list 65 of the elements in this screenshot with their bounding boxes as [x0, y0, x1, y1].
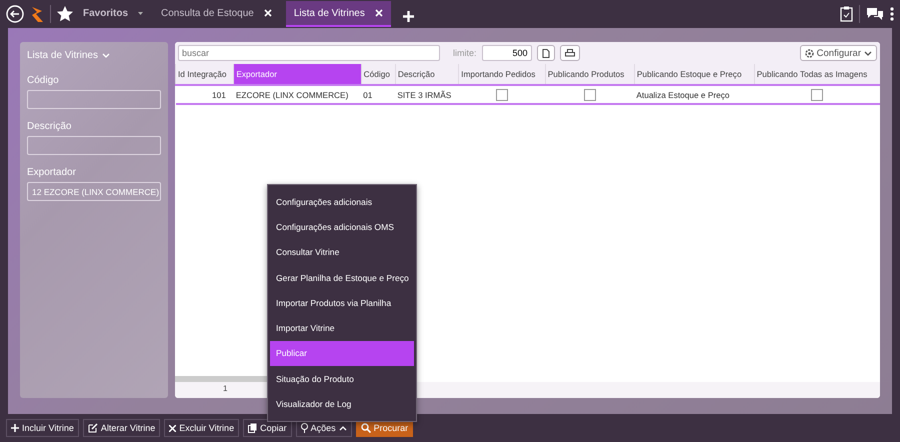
document-icon — [542, 48, 550, 58]
column-header[interactable]: Publicando Todas as Imagens — [754, 64, 880, 85]
chat-icon[interactable] — [866, 7, 884, 21]
close-icon[interactable] — [374, 9, 383, 17]
menu-item[interactable]: Importar Produtos via Planilha — [270, 290, 414, 316]
star-icon — [57, 6, 73, 22]
back-icon[interactable] — [6, 5, 24, 23]
logo-icon — [30, 5, 44, 23]
plus-icon — [11, 424, 19, 432]
print-button[interactable] — [560, 45, 580, 61]
table-cell: 01 — [363, 90, 372, 100]
column-header[interactable]: Código — [361, 64, 396, 85]
column-header[interactable]: Publicando Estoque e Preço — [634, 64, 754, 85]
input-field[interactable] — [27, 90, 161, 109]
column-header[interactable]: Id Integração — [176, 64, 234, 85]
add-tab-icon[interactable] — [402, 10, 414, 22]
checkbox[interactable] — [584, 88, 596, 100]
table-cell: 101 — [212, 90, 226, 100]
column-header[interactable]: Importando Pedidos — [458, 64, 546, 85]
configure-button[interactable]: Configurar — [800, 45, 877, 61]
action-button[interactable]: Incluir Vitrine — [6, 419, 79, 437]
close-icon — [169, 424, 176, 432]
action-button[interactable]: Excluir Vitrine — [164, 419, 240, 437]
menu-item[interactable]: Publicar — [270, 340, 414, 366]
caret-icon — [138, 12, 144, 14]
column-header[interactable]: Publicando Produtos — [545, 64, 634, 85]
limit-label: limite: — [453, 48, 477, 58]
table-cell: SITE 3 IRMÃS — [397, 90, 452, 100]
field-label: Descrição — [27, 121, 72, 132]
page-number[interactable]: 1 — [223, 384, 228, 393]
checkbox[interactable] — [811, 88, 824, 100]
gear-icon — [804, 48, 814, 58]
chevron-icon — [102, 53, 110, 58]
search-icon — [360, 423, 371, 433]
column-header[interactable]: Exportador — [234, 64, 362, 85]
field-label: Exportador — [27, 167, 77, 178]
more-icon[interactable] — [890, 7, 894, 21]
column-header[interactable]: Descrição — [395, 64, 459, 85]
menu-item[interactable]: Configurações adicionais — [270, 189, 414, 214]
action-button[interactable]: Alterar Vitrine — [82, 419, 160, 437]
clipboard-icon[interactable] — [840, 6, 853, 22]
chevron-icon — [864, 50, 872, 56]
panel-title: Lista de Vitrines — [27, 50, 98, 61]
edit-icon — [88, 423, 98, 433]
export-button[interactable] — [536, 45, 555, 61]
favorites-menu[interactable]: Favoritos — [79, 1, 148, 27]
table-cell: Atualiza Estoque e Preço — [636, 90, 730, 100]
menu-item[interactable]: Gerar Planilha de Estoque e Preço — [270, 264, 414, 290]
menu-item[interactable]: Visualizador de Log — [270, 391, 414, 417]
menu-item[interactable]: Consultar Vitrine — [270, 240, 414, 265]
tab[interactable]: Lista de Vitrines — [286, 1, 391, 27]
close-icon[interactable] — [264, 9, 272, 17]
menu-item[interactable]: Importar Vitrine — [270, 315, 414, 341]
input-field[interactable] — [27, 136, 161, 155]
table-cell: EZCORE (LINX COMMERCE) — [236, 90, 348, 100]
checkbox[interactable] — [496, 88, 508, 100]
printer-icon — [564, 48, 575, 58]
tab[interactable]: Consulta de Estoque — [153, 1, 280, 27]
limit-field[interactable]: 500 — [482, 45, 532, 61]
field-label: Código — [27, 75, 60, 86]
menu-item[interactable]: Situação do Produto — [270, 366, 414, 392]
menu-item[interactable]: Configurações adicionais OMS — [270, 214, 414, 240]
search-field[interactable]: buscar — [178, 45, 440, 61]
chevron-icon — [338, 426, 347, 430]
copy-icon — [248, 423, 258, 433]
